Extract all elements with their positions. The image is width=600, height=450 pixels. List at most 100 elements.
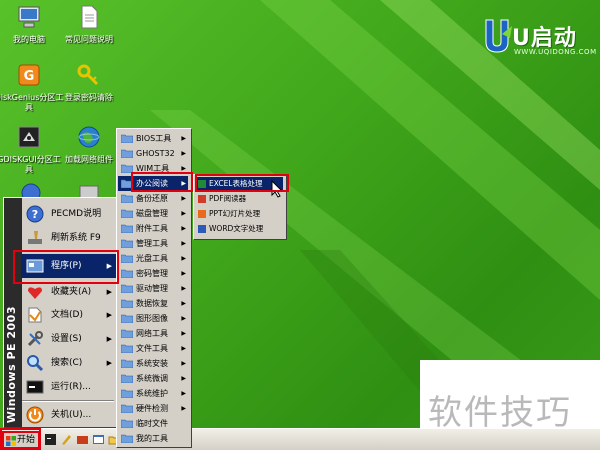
office-item-label: PPT幻灯片处理 (209, 209, 261, 218)
programs-item[interactable]: 文件工具 ▶ (118, 341, 188, 356)
desktop-icon-network[interactable]: 加载网络组件 (54, 124, 124, 165)
programs-item-label: 备份还原 (136, 194, 168, 203)
quicklaunch-pen-icon[interactable] (60, 433, 73, 446)
programs-item[interactable]: 管理工具 ▶ (118, 236, 188, 251)
programs-item[interactable]: 数据恢复 ▶ (118, 296, 188, 311)
start-item-label: 文档(D) (51, 310, 83, 320)
ppt-icon (198, 210, 206, 218)
submenu-arrow-icon: ▶ (106, 311, 112, 319)
programs-item-label: 我的工具 (136, 434, 168, 443)
start-item-programs[interactable]: 程序(P) ▶ (21, 254, 117, 278)
run-icon (26, 380, 44, 394)
programs-item[interactable]: 办公阅读 ▶ (118, 176, 188, 191)
programs-item[interactable]: 驱动管理 ▶ (118, 281, 188, 296)
brush-icon (28, 231, 42, 244)
programs-item-label: 文件工具 (136, 344, 168, 353)
desktop-icon-label: 登录密码清除 (65, 93, 113, 102)
programs-item[interactable]: GHOST32 ▶ (118, 146, 188, 161)
programs-item[interactable]: 光盘工具 ▶ (118, 251, 188, 266)
office-item-ppt[interactable]: PPT幻灯片处理 (195, 207, 283, 221)
start-label: 开始 (17, 435, 36, 445)
submenu-arrow-icon: ▶ (181, 150, 186, 157)
submenu-arrow-icon: ▶ (181, 195, 186, 202)
folder-icon (121, 254, 133, 263)
office-item-excel[interactable]: EXCEL表格处理 (195, 177, 283, 191)
pdf-icon (198, 195, 206, 203)
programs-item-label: 磁盘管理 (136, 209, 168, 218)
programs-item[interactable]: 临时文件 (118, 416, 188, 431)
start-menu-sidebar-text: Windows PE 2003 (5, 305, 18, 423)
folder-icon (121, 164, 133, 173)
programs-item[interactable]: 硬件检测 ▶ (118, 401, 188, 416)
programs-item[interactable]: 系统维护 ▶ (118, 386, 188, 401)
start-item-favorites[interactable]: 收藏夹(A) ▶ (21, 280, 117, 304)
submenu-arrow-icon: ▶ (106, 335, 112, 343)
start-item-pecmd-help[interactable]: ? PECMD说明 (21, 202, 117, 226)
uqidong-logo: U启动 WWW.UQIDONG.COM (482, 16, 596, 60)
start-item-shutdown[interactable]: 关机(U)... (21, 403, 117, 427)
office-item-word[interactable]: WORD文字处理 (195, 222, 283, 236)
submenu-arrow-icon: ▶ (181, 165, 186, 172)
programs-item-label: 数据恢复 (136, 299, 168, 308)
programs-item[interactable]: 网络工具 ▶ (118, 326, 188, 341)
u-logo-mark-icon (485, 19, 512, 53)
folder-icon (121, 134, 133, 143)
submenu-arrow-icon: ▶ (181, 135, 186, 142)
taskbar: 开始 (0, 428, 600, 450)
watermark-text: 软件技巧 (428, 393, 572, 433)
folder-icon (121, 314, 133, 323)
start-item-settings[interactable]: 设置(S) ▶ (21, 327, 117, 351)
start-item-search[interactable]: 搜索(C) ▶ (21, 351, 117, 375)
quicklaunch-tools-icon[interactable] (76, 433, 89, 446)
shutdown-icon (26, 406, 44, 424)
programs-item-label: WIM工具 (136, 164, 170, 173)
windows-flag-icon (6, 436, 16, 446)
programs-item-label: 系统安装 (136, 359, 168, 368)
programs-item[interactable]: 磁盘管理 ▶ (118, 206, 188, 221)
gdisk-icon (18, 126, 40, 148)
start-item-label: 收藏夹(A) (51, 287, 92, 297)
programs-item[interactable]: 图形图像 ▶ (118, 311, 188, 326)
programs-item-label: 临时文件 (136, 419, 168, 428)
folder-icon (121, 344, 133, 353)
programs-item[interactable]: 系统安装 ▶ (118, 356, 188, 371)
submenu-arrow-icon: ▶ (181, 180, 186, 187)
submenu-arrow-icon: ▶ (181, 240, 186, 247)
start-button[interactable]: 开始 (2, 431, 40, 449)
programs-item[interactable]: WIM工具 ▶ (118, 161, 188, 176)
submenu-arrow-icon: ▶ (181, 270, 186, 277)
document-icon (81, 5, 98, 29)
programs-item-label: 驱动管理 (136, 284, 168, 293)
folder-icon (121, 299, 133, 308)
quicklaunch-explorer-icon[interactable] (92, 433, 105, 446)
start-item-refresh[interactable]: 刷新系统 F9 (21, 226, 117, 250)
folder-icon (121, 269, 133, 278)
programs-item[interactable]: 附件工具 ▶ (118, 221, 188, 236)
start-item-label: 设置(S) (51, 334, 82, 344)
programs-item[interactable]: 密码管理 ▶ (118, 266, 188, 281)
folder-icon (121, 404, 133, 413)
desktop-icon-faq[interactable]: 常见问题说明 (54, 4, 124, 45)
submenu-arrow-icon: ▶ (181, 285, 186, 292)
programs-item[interactable]: 我的工具 (118, 431, 188, 446)
office-item-label: WORD文字处理 (209, 224, 264, 233)
programs-item[interactable]: 系统微调 ▶ (118, 371, 188, 386)
programs-item-label: 图形图像 (136, 314, 168, 323)
folder-icon (121, 284, 133, 293)
programs-item-label: 系统维护 (136, 389, 168, 398)
start-item-documents[interactable]: 文档(D) ▶ (21, 303, 117, 327)
help-icon: ? (26, 205, 44, 223)
start-item-run[interactable]: 运行(R)... (21, 375, 117, 399)
programs-item[interactable]: 备份还原 ▶ (118, 191, 188, 206)
programs-item[interactable]: BIOS工具 ▶ (118, 131, 188, 146)
quicklaunch-terminal-icon[interactable] (44, 433, 57, 446)
start-menu-sidebar: Windows PE 2003 (4, 198, 22, 427)
start-menu-separator (22, 400, 114, 402)
programs-item-label: 办公阅读 (136, 179, 168, 188)
start-menu-separator (22, 250, 114, 252)
start-item-label: 刷新系统 F9 (51, 233, 101, 243)
office-item-pdf[interactable]: PDF阅读器 (195, 192, 283, 206)
desktop-icon-password-clear[interactable]: 登录密码清除 (54, 62, 124, 103)
programs-item-label: BIOS工具 (136, 134, 172, 143)
folder-icon (121, 179, 133, 188)
